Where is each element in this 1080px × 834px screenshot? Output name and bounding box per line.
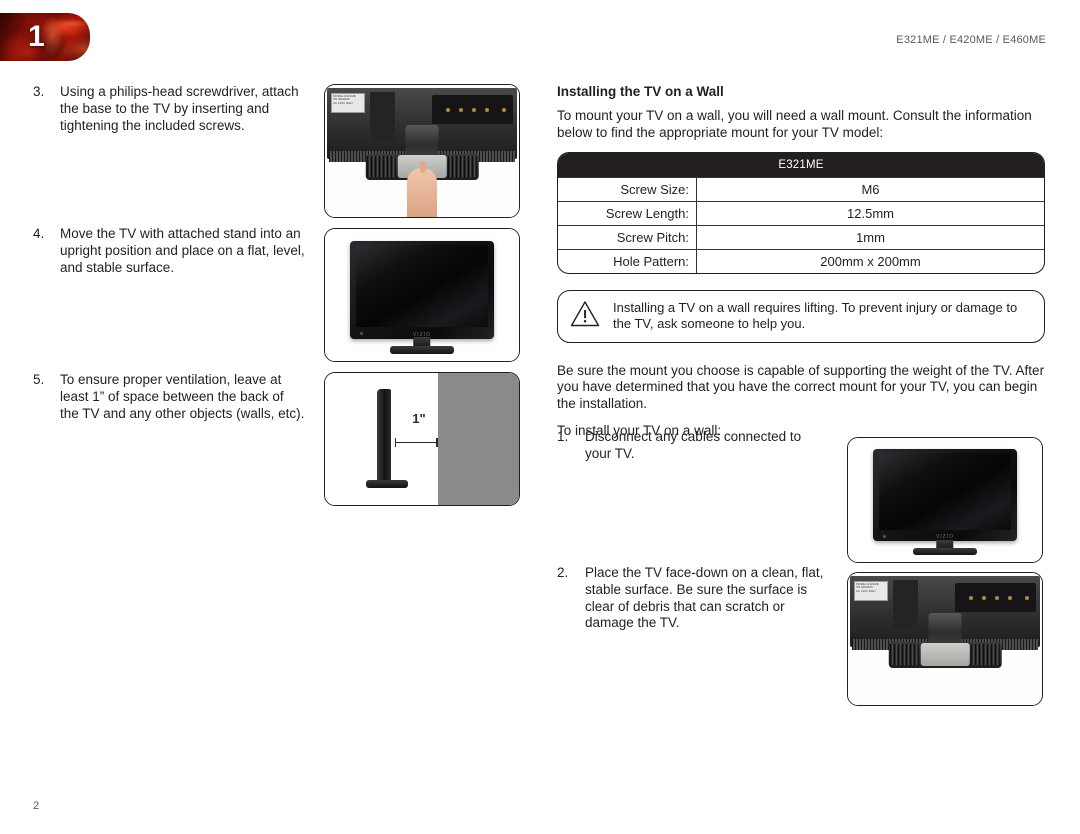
step-marker: 2. <box>557 565 569 580</box>
figure-tv-side-clearance: 1" <box>324 372 520 506</box>
step-text: To ensure proper ventilation, leave at l… <box>60 372 305 421</box>
model-header: E321ME / E420ME / E460ME <box>896 34 1046 46</box>
tv-port-strip <box>954 583 1036 613</box>
spec-label: Hole Pattern: <box>558 248 697 273</box>
tv-spec-sticker: MODEL E321ME SN 0000000 AC 120V 60Hz <box>331 93 365 113</box>
tv-bezel: VIZIO <box>350 240 494 339</box>
tv-stand-base <box>888 641 1002 669</box>
step-text: Disconnect any cables connected to your … <box>585 429 802 461</box>
wall-mount-spec-table: E321ME Screw Size: M6 Screw Length: 12.5… <box>557 151 1045 274</box>
step-marker: 4. <box>33 226 45 241</box>
warning-text: Installing a TV on a wall requires lifti… <box>613 299 1018 332</box>
base-fin-right <box>970 644 1001 665</box>
instruction-step-4: 4. Move the TV with attached stand into … <box>33 226 305 276</box>
mount-capability-paragraph: Be sure the mount you choose is capable … <box>557 362 1045 412</box>
tv-connector-bay <box>369 92 395 140</box>
step-marker: 3. <box>33 84 45 99</box>
tv-front-illustration: VIZIO <box>325 229 519 361</box>
power-led-icon <box>360 332 364 336</box>
tv-side-profile <box>377 388 391 484</box>
spec-label: Screw Length: <box>558 200 697 226</box>
power-led-icon <box>883 534 887 538</box>
hand-illustration <box>407 161 437 217</box>
spec-label: Screw Pitch: <box>558 224 697 250</box>
table-row: Screw Size: M6 <box>558 176 1044 202</box>
tv-back-illustration: MODEL E321ME SN 0000000 AC 120V 60Hz <box>848 573 1042 705</box>
base-fin-right <box>447 156 478 177</box>
tv-screen <box>878 452 1012 530</box>
figure-tv-face-down: MODEL E321ME SN 0000000 AC 120V 60Hz <box>847 572 1043 706</box>
chapter-badge-texture <box>0 13 90 61</box>
step-marker: 1. <box>557 429 569 444</box>
intro-paragraph: To mount your TV on a wall, you will nee… <box>557 108 1032 140</box>
step-marker: 5. <box>33 372 45 387</box>
tv-screen <box>355 244 489 327</box>
base-fin-left <box>366 156 397 177</box>
tv-stand-base <box>912 548 978 556</box>
right-content-column: Installing the TV on a Wall To mount you… <box>557 84 1047 450</box>
tv-stand-base <box>365 479 409 488</box>
instruction-step-3: 3. Using a philips-head screwdriver, att… <box>33 84 305 134</box>
tv-back-illustration: MODEL E321ME SN 0000000 AC 120V 60Hz <box>325 85 519 217</box>
chapter-badge: 1 <box>0 13 90 61</box>
spec-value: 200mm x 200mm <box>696 248 1044 273</box>
tv-connector-bay <box>892 580 918 628</box>
figure-tv-back-with-hand: MODEL E321ME SN 0000000 AC 120V 60Hz <box>324 84 520 218</box>
step-text: Move the TV with attached stand into an … <box>60 226 305 275</box>
tv-side-illustration: 1" <box>325 373 519 505</box>
wall-install-step-2: 2. Place the TV face-down on a clean, fl… <box>557 565 829 632</box>
clearance-dimension-arrow <box>394 438 438 446</box>
tv-bezel: VIZIO <box>873 449 1017 541</box>
warning-triangle-icon <box>570 300 600 332</box>
base-fin-left <box>889 644 920 665</box>
table-row: Hole Pattern: 200mm x 200mm <box>558 248 1044 273</box>
table-row: Screw Pitch: 1mm <box>558 224 1044 250</box>
section-title: Installing the TV on a Wall <box>557 84 724 99</box>
tv-front-illustration: VIZIO <box>848 438 1042 562</box>
figure-tv-front-upright: VIZIO <box>324 228 520 362</box>
wall-surface <box>437 373 519 505</box>
clearance-dimension-label: 1" <box>412 411 426 427</box>
spec-value: 1mm <box>696 224 1044 250</box>
spec-table-header: E321ME <box>558 152 1044 178</box>
chapter-number: 1 <box>28 20 45 53</box>
warning-callout: Installing a TV on a wall requires lifti… <box>557 289 1045 343</box>
page-number: 2 <box>33 800 40 812</box>
spec-value: M6 <box>696 176 1044 202</box>
spec-label: Screw Size: <box>558 176 697 202</box>
step-text: Place the TV face-down on a clean, flat,… <box>585 565 824 631</box>
step-text: Using a philips-head screwdriver, attach… <box>60 84 299 133</box>
tv-port-strip <box>431 95 513 125</box>
instruction-step-5: 5. To ensure proper ventilation, leave a… <box>33 372 305 422</box>
table-row: Screw Length: 12.5mm <box>558 200 1044 226</box>
tv-stand-base <box>389 346 455 354</box>
tv-spec-sticker: MODEL E321ME SN 0000000 AC 120V 60Hz <box>854 581 888 601</box>
spec-value: 12.5mm <box>696 200 1044 226</box>
figure-tv-front-disconnect: VIZIO <box>847 437 1043 563</box>
base-mounting-plate <box>920 643 970 667</box>
wall-install-step-1: 1. Disconnect any cables connected to yo… <box>557 429 829 463</box>
